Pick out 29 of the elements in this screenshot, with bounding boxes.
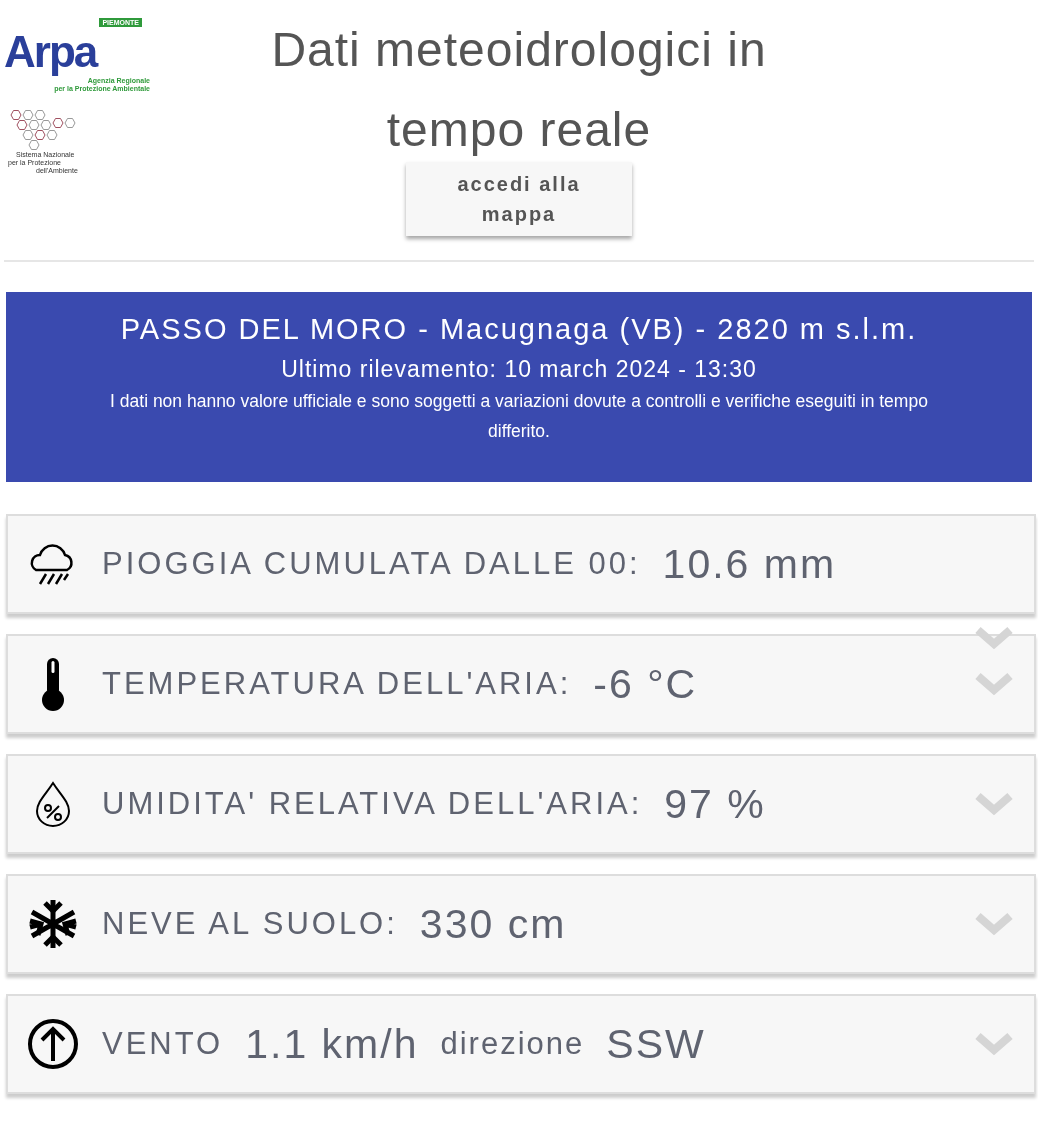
hexagon-cluster-icon <box>8 107 78 151</box>
station-name: PASSO DEL MORO - Macugnaga (VB) - 2820 m s.l.m. <box>119 312 919 347</box>
measure-row[interactable]: UMIDITA' RELATIVA DELL'ARIA: 97 % <box>6 754 1036 854</box>
measure-value: 10.6 mm <box>662 540 837 588</box>
measure-row[interactable]: VENTO 1.1 km/h direzione SSW <box>6 994 1036 1094</box>
measure-row[interactable]: NEVE AL SUOLO: 330 cm <box>6 874 1036 974</box>
direction-label: direzione <box>440 1026 585 1062</box>
up-arrow-circle-icon <box>26 1017 80 1071</box>
chevron-down-icon[interactable] <box>974 792 1014 818</box>
chevron-down-icon[interactable] <box>974 626 1014 652</box>
chevron-down-icon[interactable] <box>974 912 1014 938</box>
last-reading: Ultimo rilevamento: 10 march 2024 - 13:30 <box>280 355 758 384</box>
chevron-down-icon[interactable] <box>974 1032 1014 1058</box>
measure-value: -6 °C <box>593 660 698 708</box>
measure-value: 330 cm <box>419 900 567 948</box>
logo-wordmark: Arpa <box>4 27 99 77</box>
measure-row[interactable]: TEMPERATURA DELL'ARIA: -6 °C <box>6 634 1036 734</box>
measure-label: NEVE AL SUOLO: <box>102 906 398 942</box>
page-title: Dati meteoidrologici in tempo reale <box>270 22 768 158</box>
chevron-down-icon[interactable] <box>974 672 1014 698</box>
measure-label: UMIDITA' RELATIVA DELL'ARIA: <box>102 786 643 822</box>
map-button[interactable]: accedi alla mappa <box>406 162 632 236</box>
measure-label: VENTO <box>102 1026 224 1062</box>
measure-label: PIOGGIA CUMULATA DALLE 00: <box>102 546 641 582</box>
measure-value: 97 % <box>664 780 766 828</box>
measure-value: 1.1 km/h <box>245 1020 419 1068</box>
direction-value: SSW <box>606 1020 706 1068</box>
measure-label: TEMPERATURA DELL'ARIA: <box>102 666 572 702</box>
disclaimer: I dati non hanno valore ufficiale e sono soggetti a variazioni dovute a controlli e verifiche eseguiti in tempo differito. <box>109 390 929 443</box>
